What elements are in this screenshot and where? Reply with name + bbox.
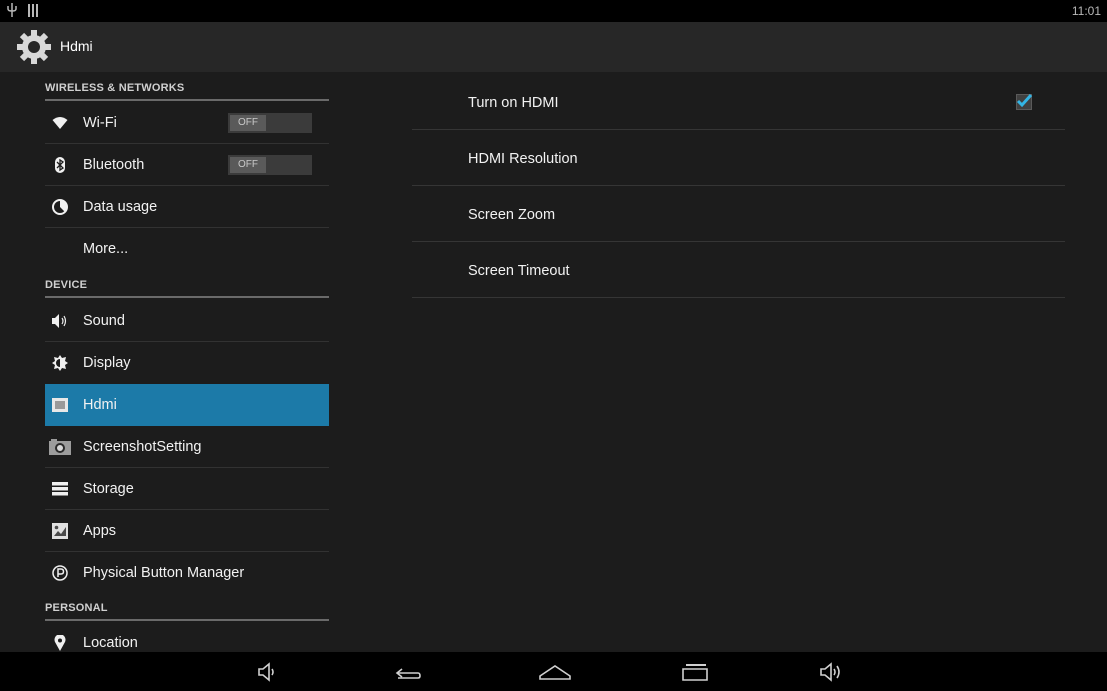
header-divider [45, 296, 329, 298]
bluetooth-toggle[interactable]: OFF [228, 155, 312, 175]
sidebar-item-sound[interactable]: Sound [45, 300, 329, 342]
display-icon [51, 354, 69, 372]
sidebar-item-label: Location [83, 635, 138, 651]
page-title: Hdmi [60, 38, 93, 54]
toggle-state: OFF [230, 115, 266, 131]
turn-on-hdmi-checkbox[interactable] [1016, 93, 1033, 110]
sidebar-item-label: ScreenshotSetting [83, 439, 202, 455]
divider [412, 297, 1065, 298]
header-divider [45, 99, 329, 101]
sidebar-item-label: Physical Button Manager [83, 565, 245, 581]
header-divider [45, 619, 329, 621]
toggle-state: OFF [230, 157, 266, 173]
sidebar-item-label: Wi-Fi [83, 115, 117, 131]
settings-sidebar: WIRELESS & NETWORKS Wi-Fi OFF Bluetooth … [0, 72, 345, 652]
wifi-icon [51, 114, 69, 132]
sidebar-item-bluetooth[interactable]: Bluetooth OFF [45, 144, 329, 186]
setting-label: Screen Zoom [468, 207, 556, 223]
physical-button-icon [51, 564, 69, 582]
wifi-toggle[interactable]: OFF [228, 113, 312, 133]
camera-icon [49, 438, 71, 456]
header-device: DEVICE [45, 279, 329, 298]
sd-card-icon [28, 3, 38, 20]
sidebar-item-location[interactable]: Location [45, 622, 329, 652]
sidebar-item-hdmi[interactable]: Hdmi [45, 384, 329, 426]
hdmi-resolution-row[interactable]: HDMI Resolution [412, 130, 1065, 186]
sidebar-item-label: Display [83, 355, 131, 371]
status-icons [6, 3, 38, 20]
sidebar-item-label: Sound [83, 313, 125, 329]
status-time: 11:01 [1071, 4, 1101, 18]
screen-zoom-row[interactable]: Screen Zoom [412, 186, 1065, 242]
sidebar-item-screenshot-setting[interactable]: ScreenshotSetting [45, 426, 329, 468]
setting-label: Screen Timeout [468, 263, 570, 279]
sound-icon [51, 312, 69, 330]
status-bar: 11:01 [0, 0, 1107, 22]
settings-gear-icon[interactable] [16, 29, 52, 65]
sidebar-item-apps[interactable]: Apps [45, 510, 329, 552]
storage-icon [51, 480, 69, 498]
recent-apps-icon[interactable] [675, 658, 715, 686]
header-wireless: WIRELESS & NETWORKS [45, 82, 329, 101]
sidebar-item-label: Apps [83, 523, 117, 539]
sidebar-item-data-usage[interactable]: Data usage [45, 186, 329, 228]
sidebar-item-label: More... [83, 241, 129, 257]
location-pin-icon [51, 634, 69, 652]
home-icon[interactable] [535, 658, 575, 686]
sidebar-item-more[interactable]: More... [45, 228, 329, 270]
hdmi-icon [51, 396, 69, 414]
navigation-bar [0, 652, 1107, 691]
screen-timeout-row[interactable]: Screen Timeout [412, 242, 1065, 298]
sidebar-item-wifi[interactable]: Wi-Fi OFF [45, 102, 329, 144]
header-personal: PERSONAL [45, 602, 329, 621]
action-bar: Hdmi [0, 22, 1107, 72]
sidebar-item-storage[interactable]: Storage [45, 468, 329, 510]
turn-on-hdmi-row[interactable]: Turn on HDMI [412, 74, 1065, 130]
back-icon[interactable] [388, 658, 428, 686]
usb-icon [6, 3, 18, 20]
volume-down-icon[interactable] [248, 658, 288, 686]
data-usage-icon [51, 198, 69, 216]
setting-label: HDMI Resolution [468, 151, 578, 167]
sidebar-item-display[interactable]: Display [45, 342, 329, 384]
volume-up-icon[interactable] [812, 658, 852, 686]
bluetooth-icon [51, 156, 69, 174]
sidebar-item-label: Data usage [83, 199, 158, 215]
sidebar-item-label: Storage [83, 481, 134, 497]
apps-icon [51, 522, 69, 540]
sidebar-item-physical-button-manager[interactable]: Physical Button Manager [45, 552, 329, 594]
sidebar-item-label: Hdmi [83, 397, 117, 413]
sidebar-item-label: Bluetooth [83, 157, 145, 173]
setting-label: Turn on HDMI [468, 95, 559, 111]
